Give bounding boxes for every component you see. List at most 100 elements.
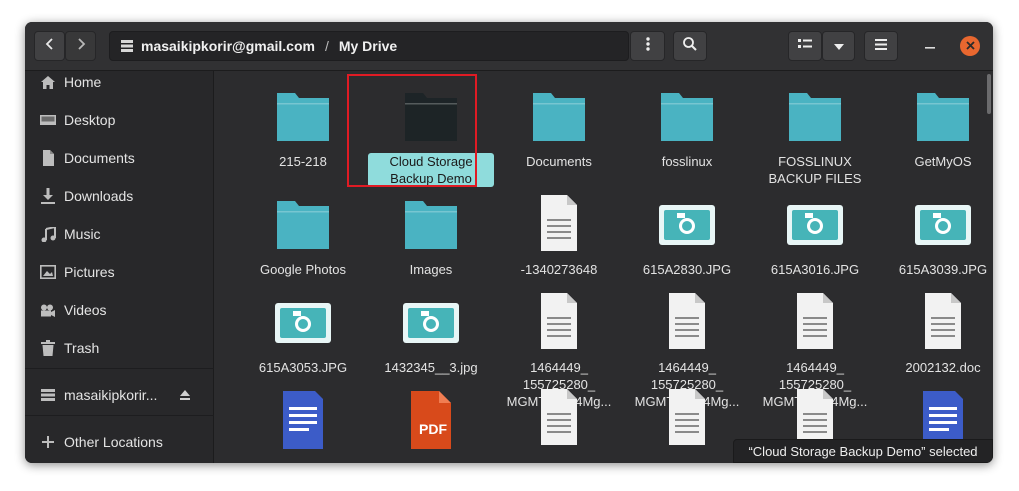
file-item[interactable] [623, 385, 751, 449]
file-name-label: 615A2830.JPG [642, 262, 732, 277]
file-item[interactable]: 2002132.doc [879, 289, 993, 376]
close-icon [965, 37, 975, 55]
forward-button[interactable] [65, 31, 96, 61]
desktop-icon [39, 111, 57, 129]
sidebar-separator [25, 415, 214, 416]
file-name-label: 215-218 [279, 154, 327, 169]
file-name-label: 1432345__3.jpg [384, 360, 478, 375]
sidebar-item-label: masaikipkorir... [64, 387, 158, 403]
folder-item[interactable]: Google Photos [239, 191, 367, 278]
minimize-button[interactable] [921, 37, 939, 55]
sidebar-item-music[interactable]: Music [25, 218, 214, 250]
scrollbar[interactable] [987, 74, 991, 114]
network-drive-icon [39, 386, 57, 404]
file-item[interactable]: 1432345__3.jpg [367, 289, 495, 376]
videos-icon [39, 301, 57, 319]
folder-item[interactable]: Documents [495, 83, 623, 170]
folder-icon [271, 191, 335, 255]
sidebar-item-videos[interactable]: Videos [25, 294, 214, 326]
sidebar-item-pictures[interactable]: Pictures [25, 256, 214, 288]
view-options-button[interactable] [822, 31, 855, 61]
search-button[interactable] [673, 31, 707, 61]
path-bar: masaikipkorir@gmail.com / My Drive [109, 31, 629, 61]
triangle-down-icon [833, 37, 844, 55]
image-file-icon [655, 191, 719, 255]
text-file-icon [527, 289, 591, 353]
list-view-icon [798, 37, 812, 55]
sidebar-item-label: Documents [64, 150, 135, 166]
folder-item[interactable]: FOSSLINUX BACKUP FILES [751, 83, 879, 187]
folder-icon [399, 191, 463, 255]
back-button[interactable] [34, 31, 65, 61]
folder-icon [271, 83, 335, 147]
music-icon [39, 225, 57, 243]
downloads-icon [39, 187, 57, 205]
text-file-icon [783, 289, 847, 353]
file-item[interactable]: -1340273648 [495, 191, 623, 278]
sidebar-item-desktop[interactable]: Desktop [25, 104, 214, 136]
file-item[interactable]: 615A2830.JPG [623, 191, 751, 278]
pdf-file-icon: PDF [399, 385, 463, 449]
image-file-icon [783, 191, 847, 255]
sidebar-item-label: Downloads [64, 188, 134, 204]
main-menu-button[interactable] [864, 31, 898, 61]
close-button[interactable] [960, 36, 980, 56]
file-item[interactable]: 615A3053.JPG [239, 289, 367, 376]
sidebar-item-label: Home [64, 74, 102, 90]
trash-icon [39, 339, 57, 357]
chevron-right-icon [75, 37, 87, 56]
header-bar: masaikipkorir@gmail.com / My Drive [25, 22, 993, 71]
home-icon [39, 73, 57, 91]
sidebar-item-home[interactable]: Home [25, 66, 214, 98]
text-file-icon [527, 385, 591, 449]
sidebar-item-label: Trash [64, 340, 100, 356]
file-name-label: FOSSLINUX BACKUP FILES [768, 154, 862, 186]
sidebar-item-mount[interactable]: masaikipkorir... [25, 379, 214, 411]
file-name-label: Google Photos [259, 262, 346, 277]
image-file-icon [911, 191, 975, 255]
vertical-dots-icon [645, 36, 651, 57]
sidebar-item-label: Videos [64, 302, 107, 318]
pdf-badge: PDF [419, 421, 447, 437]
text-file-icon [911, 289, 975, 353]
document-file-icon [271, 385, 335, 449]
file-name-label: 2002132.doc [905, 360, 981, 375]
file-item[interactable] [239, 385, 367, 449]
text-file-icon [527, 191, 591, 255]
file-name-label: 615A3039.JPG [898, 262, 988, 277]
hamburger-menu-icon [875, 37, 887, 55]
sidebar-item-label: Desktop [64, 112, 116, 128]
eject-icon[interactable] [179, 388, 191, 404]
minimize-icon [925, 37, 935, 55]
file-name-label: GetMyOS [914, 154, 972, 169]
status-bar: “Cloud Storage Backup Demo” selected [733, 439, 993, 463]
sidebar-item-downloads[interactable]: Downloads [25, 180, 214, 212]
folder-item[interactable]: Images [367, 191, 495, 278]
breadcrumb-my-drive[interactable]: My Drive [339, 38, 397, 54]
sidebar: Home Desktop Documents Downloads Music P… [25, 71, 214, 463]
image-file-icon [399, 289, 463, 353]
sidebar-item-label: Pictures [64, 264, 115, 280]
chevron-left-icon [44, 37, 56, 56]
breadcrumb-account[interactable]: masaikipkorir@gmail.com [110, 38, 315, 54]
documents-icon [39, 149, 57, 167]
folder-item[interactable]: GetMyOS [879, 83, 993, 170]
file-item[interactable] [495, 385, 623, 449]
file-name-label: Documents [526, 154, 592, 169]
file-item[interactable]: PDF [367, 385, 495, 449]
file-name-label: Images [409, 262, 453, 277]
sidebar-separator [25, 368, 214, 369]
file-item[interactable]: 615A3016.JPG [751, 191, 879, 278]
text-file-icon [655, 289, 719, 353]
folder-icon [911, 83, 975, 147]
view-list-button[interactable] [788, 31, 822, 61]
sidebar-item-label: Music [64, 226, 101, 242]
sidebar-item-other-locations[interactable]: Other Locations [25, 426, 214, 458]
folder-icon [655, 83, 719, 147]
folder-item[interactable]: fosslinux [623, 83, 751, 170]
file-manager-window: masaikipkorir@gmail.com / My Drive Home … [25, 22, 993, 463]
sidebar-item-documents[interactable]: Documents [25, 142, 214, 174]
path-menu-button[interactable] [630, 31, 665, 61]
file-item[interactable]: 615A3039.JPG [879, 191, 993, 278]
sidebar-item-trash[interactable]: Trash [25, 332, 214, 364]
